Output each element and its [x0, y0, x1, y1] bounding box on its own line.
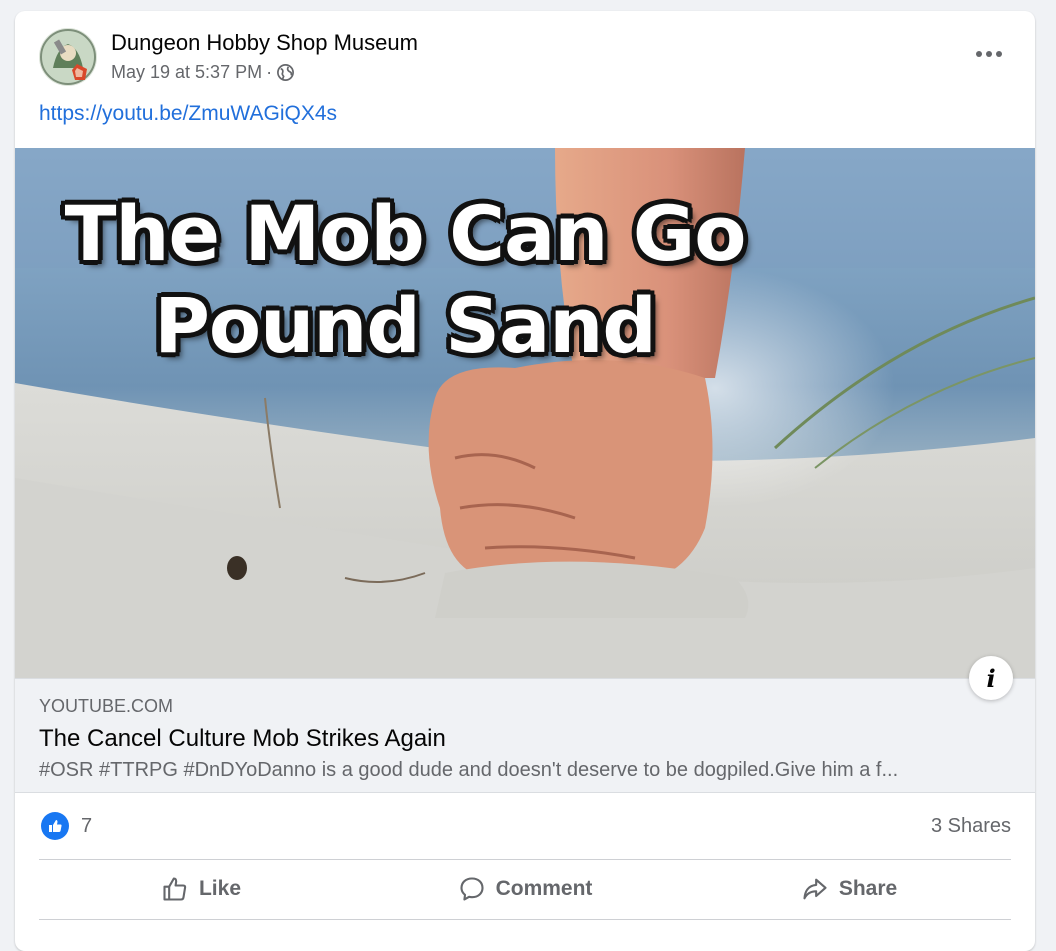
more-horizontal-icon[interactable]: [969, 39, 1009, 69]
share-button-label: Share: [838, 877, 898, 900]
like-button-label: Like: [198, 877, 242, 900]
divider: [39, 919, 1011, 920]
divider: [39, 859, 1011, 860]
thumbnail-title-line1: The Mob Can Go: [64, 189, 747, 278]
page-avatar[interactable]: [39, 28, 97, 86]
info-icon[interactable]: i: [969, 656, 1013, 700]
post-header: Dungeon Hobby Shop Museum May 19 at 5:37…: [15, 11, 1035, 91]
like-count[interactable]: 7: [81, 815, 92, 838]
meta-separator: ·: [266, 62, 273, 82]
link-details[interactable]: YOUTUBE.COM The Cancel Culture Mob Strik…: [15, 678, 1035, 793]
like-button[interactable]: Like: [39, 861, 363, 917]
comment-button-label: Comment: [495, 877, 593, 900]
post-card: Dungeon Hobby Shop Museum May 19 at 5:37…: [15, 11, 1035, 951]
post-timestamp[interactable]: May 19 at 5:37 PM: [111, 62, 262, 83]
page-name-link[interactable]: Dungeon Hobby Shop Museum: [111, 30, 418, 56]
post-meta: May 19 at 5:37 PM ·: [111, 62, 295, 83]
thumbnail-title-line2: Pound Sand: [154, 281, 657, 370]
comment-button[interactable]: Comment: [363, 861, 687, 917]
link-title[interactable]: The Cancel Culture Mob Strikes Again: [39, 725, 446, 753]
preview-thumbnail[interactable]: The Mob Can Go Pound Sand: [15, 148, 1035, 678]
share-button[interactable]: Share: [687, 861, 1011, 917]
like-reaction-icon[interactable]: [41, 812, 69, 840]
link-description: #OSR #TTRPG #DnDYoDanno is a good dude a…: [39, 759, 899, 781]
comment-icon: [460, 877, 484, 901]
shares-count[interactable]: 3 Shares: [931, 815, 1011, 838]
share-icon: [803, 878, 827, 900]
link-domain: YOUTUBE.COM: [39, 696, 174, 716]
thumbs-up-icon: [163, 877, 187, 901]
action-bar: Like Comment Share: [39, 861, 1011, 917]
post-link[interactable]: https://youtu.be/ZmuWAGiQX4s: [39, 102, 337, 126]
thumbnail-title: The Mob Can Go Pound Sand: [15, 188, 795, 372]
post-stats: 7 3 Shares: [39, 811, 1011, 843]
link-preview[interactable]: The Mob Can Go Pound Sand YOUTUBE.COM Th…: [15, 148, 1035, 793]
globe-icon: [276, 63, 295, 82]
